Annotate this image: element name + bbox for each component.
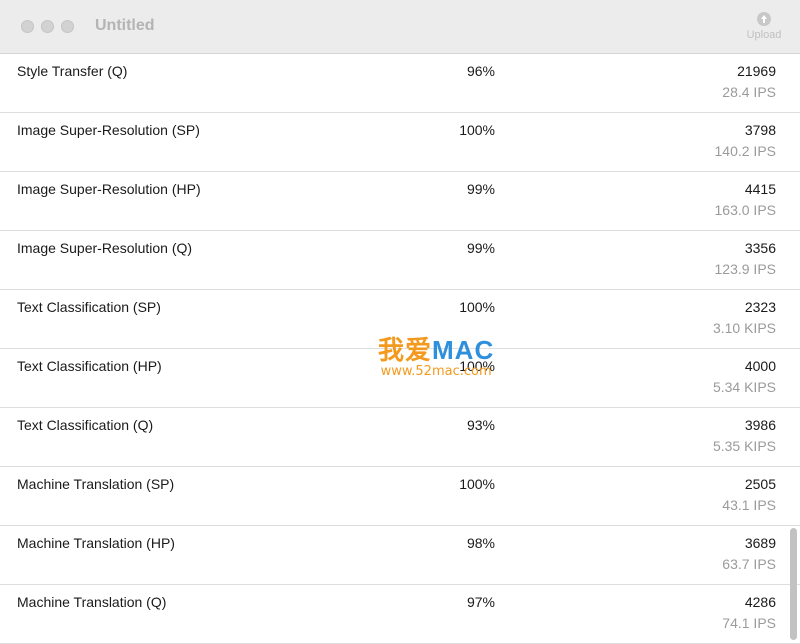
table-row[interactable]: Text Classification (SP) 100% 2323 3.10 … — [0, 290, 800, 349]
test-throughput: 43.1 IPS — [722, 497, 776, 513]
test-name: Machine Translation (Q) — [17, 594, 167, 610]
test-accuracy: 99% — [466, 181, 495, 197]
test-accuracy: 100% — [459, 299, 495, 315]
table-row[interactable]: Machine Translation (SP) 100% 2505 43.1 … — [0, 467, 800, 526]
test-name: Style Transfer (Q) — [17, 63, 128, 79]
results-list[interactable]: Style Transfer (Q) 96% 21969 28.4 IPS Im… — [0, 54, 800, 644]
test-throughput: 5.35 KIPS — [712, 438, 776, 454]
test-name: Image Super-Resolution (Q) — [17, 240, 193, 256]
test-throughput: 140.2 IPS — [714, 143, 777, 159]
test-name: Machine Translation (SP) — [17, 476, 175, 492]
test-score: 21969 — [737, 63, 776, 79]
table-row[interactable]: Style Transfer (Q) 96% 21969 28.4 IPS — [0, 54, 800, 113]
test-score: 3689 — [744, 535, 776, 551]
test-name: Image Super-Resolution (HP) — [17, 181, 201, 197]
close-window-button[interactable] — [21, 20, 34, 33]
test-accuracy: 100% — [459, 358, 495, 374]
test-throughput: 123.9 IPS — [714, 261, 777, 277]
test-score: 4286 — [744, 594, 776, 610]
table-row[interactable]: Text Classification (Q) 93% 3986 5.35 KI… — [0, 408, 800, 467]
test-name: Text Classification (SP) — [17, 299, 161, 315]
test-score: 3986 — [744, 417, 776, 433]
window-title: Untitled — [95, 17, 155, 34]
upload-arrow-icon — [757, 12, 771, 26]
test-score: 4415 — [744, 181, 776, 197]
test-accuracy: 100% — [459, 122, 495, 138]
test-throughput: 74.1 IPS — [722, 615, 776, 631]
upload-label: Upload — [746, 29, 782, 41]
test-score: 4000 — [744, 358, 776, 374]
title-bar: Untitled Upload — [0, 0, 800, 54]
test-score: 2505 — [744, 476, 776, 492]
zoom-window-button[interactable] — [61, 20, 74, 33]
test-name: Text Classification (HP) — [17, 358, 162, 374]
test-throughput: 3.10 KIPS — [712, 320, 776, 336]
test-name: Text Classification (Q) — [17, 417, 154, 433]
test-accuracy: 97% — [466, 594, 495, 610]
test-accuracy: 98% — [466, 535, 495, 551]
test-throughput: 63.7 IPS — [722, 556, 776, 572]
vertical-scrollbar-thumb[interactable] — [790, 528, 797, 640]
test-name: Image Super-Resolution (SP) — [17, 122, 200, 138]
test-throughput: 28.4 IPS — [722, 84, 776, 100]
table-row[interactable]: Image Super-Resolution (Q) 99% 3356 123.… — [0, 231, 800, 290]
table-row[interactable]: Image Super-Resolution (SP) 100% 3798 14… — [0, 113, 800, 172]
test-score: 2323 — [744, 299, 776, 315]
test-accuracy: 99% — [466, 240, 495, 256]
test-score: 3798 — [744, 122, 776, 138]
test-throughput: 5.34 KIPS — [712, 379, 776, 395]
test-score: 3356 — [744, 240, 776, 256]
test-throughput: 163.0 IPS — [714, 202, 777, 218]
test-name: Machine Translation (HP) — [17, 535, 175, 551]
table-row[interactable]: Machine Translation (HP) 98% 3689 63.7 I… — [0, 526, 800, 585]
test-accuracy: 93% — [466, 417, 495, 433]
table-row[interactable]: Image Super-Resolution (HP) 99% 4415 163… — [0, 172, 800, 231]
minimize-window-button[interactable] — [41, 20, 54, 33]
app-window: Untitled Upload Style Transfer (Q) 96% 2… — [0, 0, 800, 644]
upload-button[interactable]: Upload — [742, 12, 786, 41]
table-row[interactable]: Machine Translation (Q) 97% 4286 74.1 IP… — [0, 585, 800, 644]
test-accuracy: 100% — [459, 476, 495, 492]
test-accuracy: 96% — [466, 63, 495, 79]
table-row[interactable]: Text Classification (HP) 100% 4000 5.34 … — [0, 349, 800, 408]
